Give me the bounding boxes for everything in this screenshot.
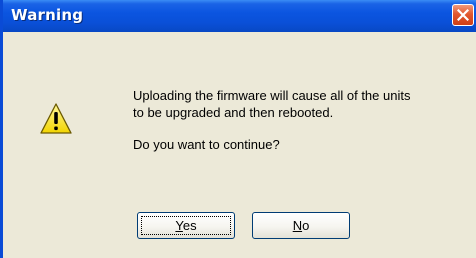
close-button[interactable] (452, 4, 474, 26)
window-title: Warning (11, 6, 84, 24)
yes-label-rest: es (182, 218, 197, 233)
no-label-rest: o (302, 218, 310, 233)
yes-button[interactable]: Yes (137, 212, 235, 239)
warning-dialog: Warning Uploading the firmware will caus… (0, 0, 476, 258)
no-button[interactable]: No (252, 212, 350, 239)
title-bar[interactable]: Warning (3, 0, 476, 32)
message-line-1: Uploading the firmware will cause all of… (133, 88, 411, 103)
close-icon (457, 9, 469, 21)
warning-icon (40, 103, 72, 134)
yes-button-label: Yes (175, 218, 196, 233)
dialog-body: Uploading the firmware will cause all of… (3, 32, 476, 258)
yes-mnemonic: Y (175, 218, 183, 233)
message-line-2: to be upgraded and then rebooted. (133, 105, 334, 120)
confirm-question: Do you want to continue? (133, 137, 280, 152)
no-button-label: No (293, 218, 310, 233)
no-mnemonic: N (292, 218, 303, 233)
